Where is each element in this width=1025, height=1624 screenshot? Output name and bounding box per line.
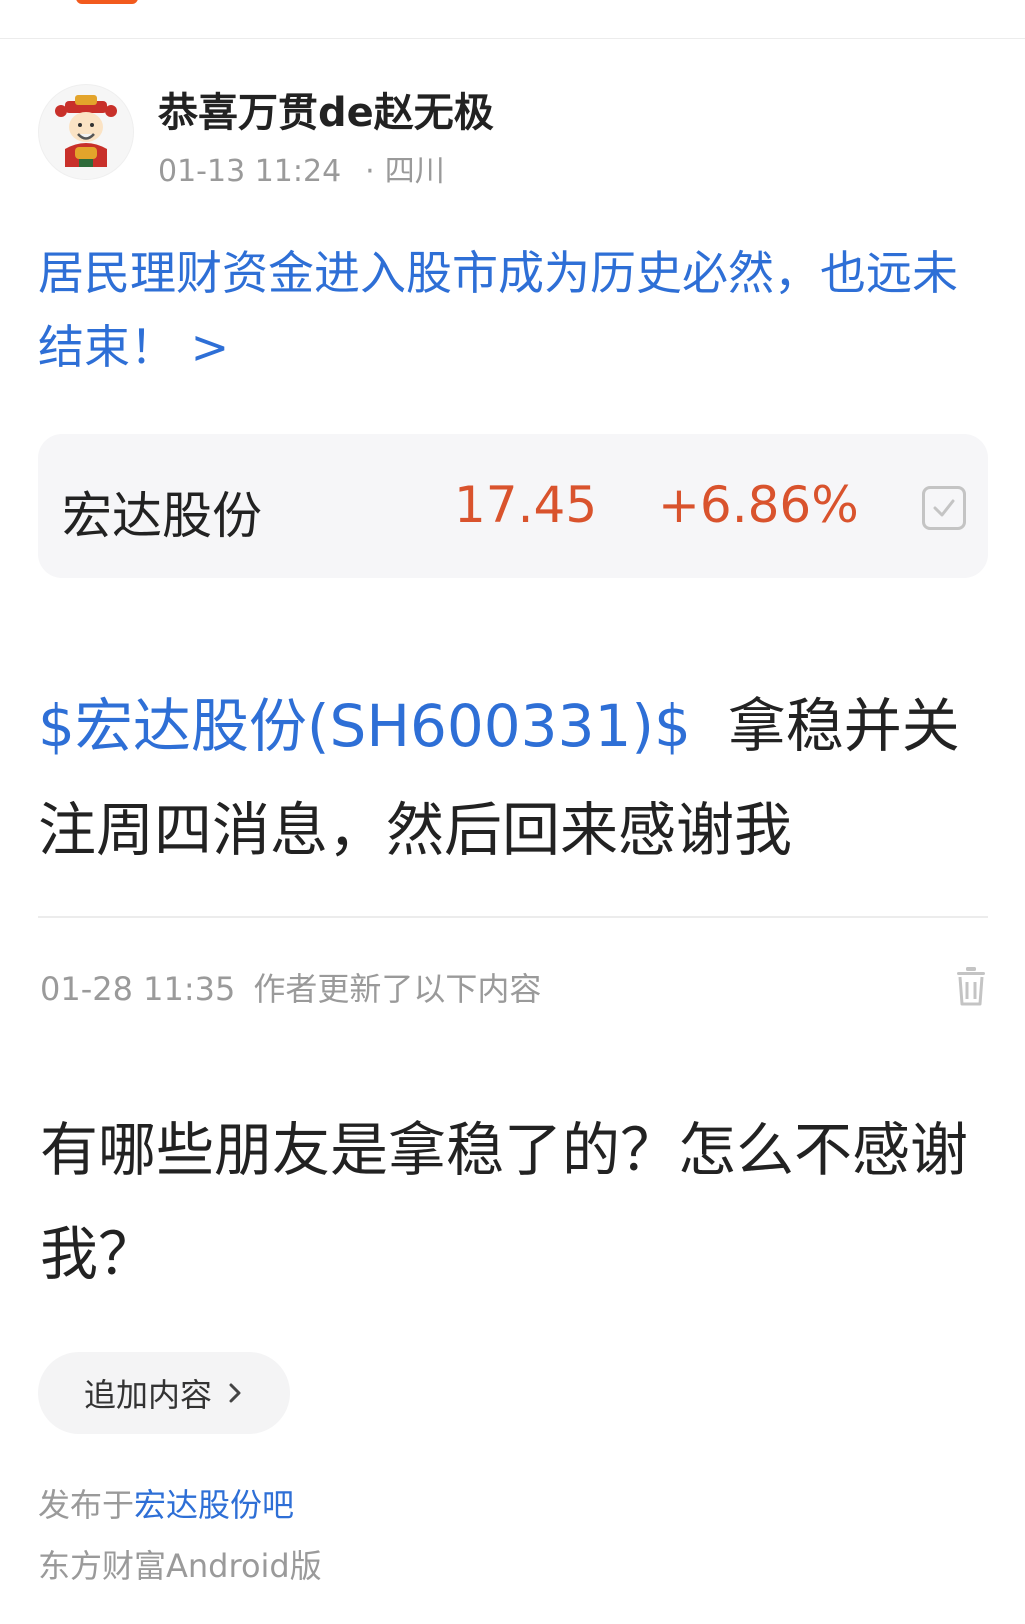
post-meta: 01-13 11:24 · 四川 (158, 146, 445, 190)
author-avatar[interactable] (38, 84, 134, 180)
headline-arrow: > (190, 320, 230, 374)
client-source: 东方财富Android版 (38, 1547, 322, 1585)
stock-price: 17.45 (454, 476, 598, 534)
post-detail-page: 恭喜万贯de赵无极 01-13 11:24 · 四川 居民理财资金进入股市成为历史必… (0, 0, 1025, 1624)
post-time: 01-13 11:24 (158, 154, 342, 189)
god-of-wealth-avatar-icon (55, 95, 117, 167)
headline-link[interactable]: 居民理财资金进入股市成为历史必然，也远未结束！ > (38, 236, 988, 384)
post-location: 四川 (384, 154, 445, 189)
add-content-button[interactable]: 追加内容 (38, 1352, 290, 1434)
checkmark-icon (933, 499, 955, 517)
stock-name: 宏达股份 (62, 487, 262, 545)
stock-change: +6.86% (658, 476, 859, 534)
trash-icon[interactable] (954, 966, 988, 1006)
stock-bar-link[interactable]: 宏达股份吧 (134, 1486, 294, 1524)
update-body-text: 有哪些朋友是拿稳了的？怎么不感谢我？ (40, 1116, 969, 1288)
checkbox-icon[interactable] (922, 486, 966, 530)
stock-quote-card[interactable]: 宏达股份 17.45 +6.86% (38, 434, 988, 578)
update-header: 01-28 11:35 作者更新了以下内容 (40, 964, 541, 1010)
post-body: $宏达股份(SH600331)$ 拿稳并关注周四消息，然后回来感谢我 (38, 674, 998, 882)
chevron-right-icon (226, 1380, 244, 1406)
update-time: 01-28 11:35 (40, 970, 236, 1008)
top-accent-tab[interactable] (76, 0, 138, 4)
meta-separator: · (365, 154, 375, 189)
published-in: 发布于宏达股份吧 (38, 1480, 294, 1526)
stock-tag-link[interactable]: $宏达股份(SH600331)$ (38, 692, 691, 760)
author-name[interactable]: 恭喜万贯de赵无极 (158, 80, 494, 138)
content-divider (38, 916, 988, 918)
published-prefix: 发布于 (38, 1486, 135, 1524)
add-content-label: 追加内容 (83, 1376, 212, 1414)
headline-text: 居民理财资金进入股市成为历史必然，也远未结束！ (38, 246, 958, 374)
update-label: 作者更新了以下内容 (253, 970, 542, 1008)
top-divider (0, 38, 1025, 39)
